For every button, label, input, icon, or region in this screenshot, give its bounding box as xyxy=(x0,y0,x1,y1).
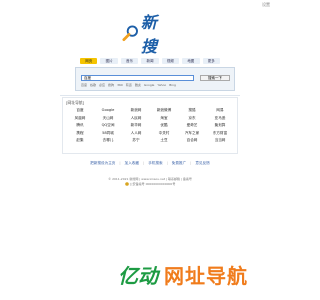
engine-option[interactable]: 雅虎 xyxy=(135,83,141,87)
police-badge-icon xyxy=(124,181,129,186)
nav-link[interactable]: Google xyxy=(94,108,122,112)
divider xyxy=(60,95,240,96)
nav-heading: [网址导航] xyxy=(66,100,85,105)
tab-6[interactable]: 更多 xyxy=(202,58,220,64)
nav-link[interactable]: 人民网 xyxy=(122,116,150,120)
nav-link[interactable]: 汽车之家 xyxy=(178,131,206,135)
nav-link[interactable]: 爱奇艺 xyxy=(178,123,206,127)
footer-link[interactable]: 意见反馈 xyxy=(195,161,209,166)
tab-2[interactable]: 音乐 xyxy=(120,58,139,64)
nav-link[interactable]: 东方财富 xyxy=(206,131,234,135)
nav-link[interactable]: 百合网 xyxy=(178,138,206,142)
nav-link[interactable]: 天山网 xyxy=(94,116,122,120)
nav-link[interactable]: 赶集 xyxy=(66,138,94,142)
nav-grid: 百度 Google 新浪网 新浪微博 搜狐 网易凤凰网 天山网 人民网 淘宝 京东 亚马逊腾讯 QQ空… xyxy=(66,108,234,142)
engine-option[interactable]: 有道 xyxy=(126,83,132,87)
footer-links: 把新搜设为主页 | 加入收藏 | 手机搜索 | 免费推广 | 意见反馈 xyxy=(0,161,300,166)
settings-link[interactable]: 设置 xyxy=(262,2,270,8)
search-input[interactable] xyxy=(81,75,194,81)
tab-4[interactable]: 视频 xyxy=(161,58,180,64)
nav-link[interactable]: 人人网 xyxy=(122,131,150,135)
nav-link[interactable]: 中关村 xyxy=(150,131,178,135)
search-panel: 搜索一下 百度谷歌必应搜狗360有道雅虎GoogleYahooBing xyxy=(75,67,235,91)
nav-link[interactable]: 新华网 xyxy=(122,123,150,127)
tab-5[interactable]: 地图 xyxy=(182,58,200,64)
nav-link[interactable]: 新浪微博 xyxy=(150,108,178,112)
footer-separator: | xyxy=(119,161,121,165)
nav-link[interactable]: 淘宝 xyxy=(150,116,178,120)
nav-link[interactable]: 凤凰网 xyxy=(66,116,94,120)
magnifier-icon xyxy=(122,25,138,41)
watermark-text: 网址导航 xyxy=(164,264,248,288)
nav-link[interactable]: 苏宁 xyxy=(122,138,150,142)
footer-link[interactable]: 加入收藏 xyxy=(125,161,139,166)
engine-option[interactable]: Yahoo xyxy=(157,83,166,87)
nav-link[interactable]: QQ空间 xyxy=(94,123,122,127)
search-button[interactable]: 搜索一下 xyxy=(200,75,230,81)
tab-3[interactable]: 新闻 xyxy=(141,58,159,64)
nav-panel: [网址导航] 百度 Google 新浪网 新浪微博 搜狐 网易凤凰网 天山网 人民网 淘宝 京东亚… xyxy=(62,97,238,154)
nav-link[interactable]: 土豆 xyxy=(150,138,178,142)
nav-link[interactable]: 58同城 xyxy=(94,131,122,135)
tab-0[interactable]: 网页 xyxy=(80,58,98,64)
engine-option[interactable]: 360 xyxy=(117,83,123,87)
footer-link[interactable]: 手机搜索 xyxy=(148,161,162,166)
engine-option[interactable]: 必应 xyxy=(99,83,105,87)
engine-option[interactable]: Bing xyxy=(169,83,176,87)
tab-1[interactable]: 图片 xyxy=(100,58,118,64)
watermark: 亿动 网址导航 xyxy=(118,260,248,289)
engine-option[interactable]: 百度 xyxy=(81,83,87,87)
footer-separator: | xyxy=(190,161,192,165)
nav-link[interactable]: 腾讯 xyxy=(66,123,94,127)
nav-link[interactable]: 新浪网 xyxy=(122,108,150,112)
nav-link[interactable]: 京东 xyxy=(178,116,206,120)
nav-link[interactable]: 去哪儿 xyxy=(94,138,122,142)
nav-link[interactable]: 百度 xyxy=(66,108,94,112)
nav-link[interactable]: 优酷 xyxy=(150,123,178,127)
engine-option[interactable]: 谷歌 xyxy=(90,83,96,87)
engine-option[interactable]: 搜狗 xyxy=(108,83,114,87)
nav-link[interactable]: 聚划算 xyxy=(206,123,234,127)
logo-text: 新搜 xyxy=(140,13,165,56)
nav-link[interactable]: 亚马逊 xyxy=(206,116,234,120)
engine-list: 百度 谷歌 必应 搜狗 360 有道 雅虎 Google Yahoo Bing xyxy=(81,83,176,87)
watermark-logo: 亿动 xyxy=(118,264,158,288)
footer-separator: | xyxy=(142,161,145,165)
nav-link[interactable]: 网易 xyxy=(206,108,234,112)
beian-line[interactable]: 公安备案号 00000000000000号 xyxy=(0,182,300,187)
footer-link[interactable]: 把新搜设为主页 xyxy=(90,161,115,166)
footer-link[interactable]: 免费推广 xyxy=(172,161,186,166)
engine-option[interactable]: Google xyxy=(144,83,155,87)
nav-link[interactable]: 搜狐 xyxy=(178,108,206,112)
search-tabs: 网页 图片 音乐 新闻 视频 地图 更多 xyxy=(80,58,220,66)
beian-text: 公安备案号 00000000000000号 xyxy=(129,181,176,186)
copyright-block: © 2011-2021 新搜网 | www.xinsou.net | 联系邮箱 … xyxy=(0,177,300,186)
footer-separator: | xyxy=(166,161,168,165)
site-logo[interactable]: 新搜 xyxy=(122,13,186,56)
nav-link[interactable]: 携程 xyxy=(66,131,94,135)
nav-link[interactable]: 当当网 xyxy=(206,138,234,142)
